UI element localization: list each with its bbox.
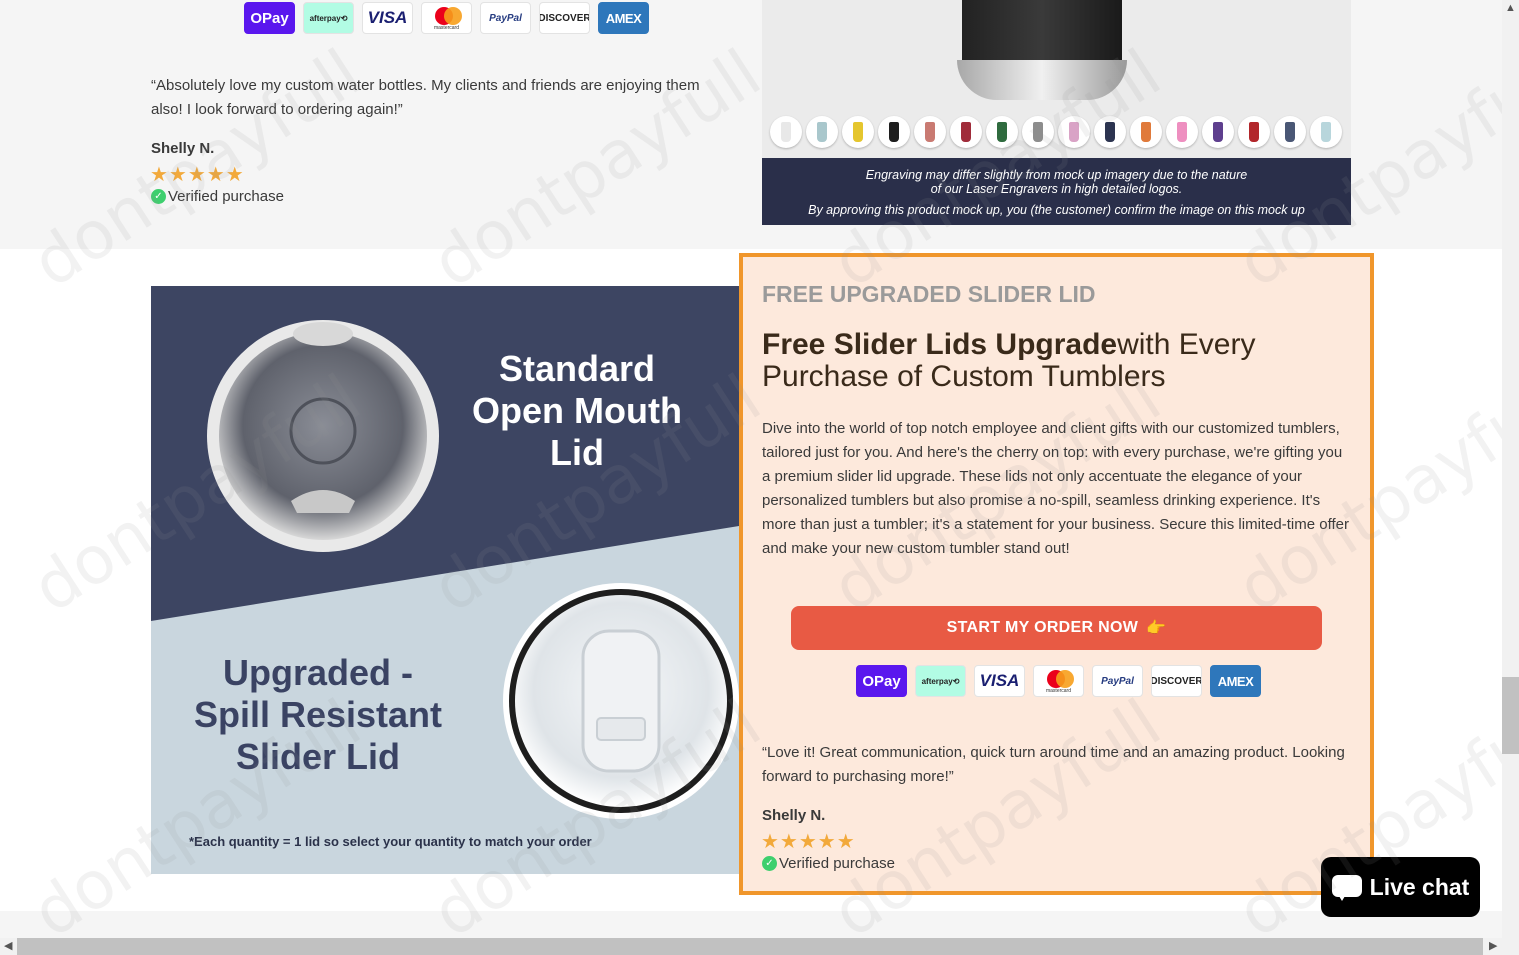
color-swatch xyxy=(1202,116,1234,148)
verified-label: Verified purchase xyxy=(168,188,284,205)
vertical-scrollbar-thumb[interactable] xyxy=(1502,677,1519,754)
color-swatch xyxy=(1274,116,1306,148)
discover-logo-icon: DISCOVER xyxy=(1151,665,1202,697)
engraving-disclaimer: Engraving may differ slightly from mock … xyxy=(762,158,1351,225)
color-swatches xyxy=(770,116,1342,148)
slider-lid-promo: FREE UPGRADED SLIDER LID Free Slider Lid… xyxy=(739,253,1374,895)
mastercard-logo-icon: mastercard xyxy=(1033,665,1084,697)
verified-label: Verified purchase xyxy=(779,855,895,872)
vertical-scrollbar[interactable] xyxy=(1502,0,1519,955)
afterpay-logo-icon: afterpay⟲ xyxy=(915,665,966,697)
color-swatch xyxy=(770,116,802,148)
mastercard-logo-icon: mastercard xyxy=(421,2,472,34)
payment-methods-top: OPay afterpay⟲ VISA mastercard PayPal DI… xyxy=(244,2,649,34)
color-swatch xyxy=(806,116,838,148)
discover-logo-icon: DISCOVER xyxy=(539,2,590,34)
color-swatch xyxy=(842,116,874,148)
color-swatch xyxy=(1166,116,1198,148)
check-icon: ✓ xyxy=(151,189,166,204)
color-swatch xyxy=(950,116,982,148)
payment-methods-promo: OPay afterpay⟲ VISA mastercard PayPal DI… xyxy=(856,665,1261,697)
afterpay-logo-icon: afterpay⟲ xyxy=(303,2,354,34)
amex-logo-icon: AMEX xyxy=(598,2,649,34)
color-swatch xyxy=(1310,116,1342,148)
lid-comparison-image: Standard Open Mouth Lid Upgraded - Spill… xyxy=(151,286,739,874)
color-swatch xyxy=(1238,116,1270,148)
amex-logo-icon: AMEX xyxy=(1210,665,1261,697)
slider-lid-icon xyxy=(503,583,739,819)
promo-heading: Free Slider Lids Upgradewith Every Purch… xyxy=(762,328,1256,393)
review-quote: “Absolutely love my custom water bottles… xyxy=(151,77,700,118)
reviewer-name: Shelly N. xyxy=(151,140,215,157)
color-swatch xyxy=(914,116,946,148)
chat-bubble-icon xyxy=(1331,875,1362,901)
start-order-button[interactable]: START MY ORDER NOW 👉 xyxy=(791,606,1322,650)
check-icon: ✓ xyxy=(762,856,777,871)
standard-lid-icon xyxy=(207,320,439,552)
standard-lid-label: Standard Open Mouth Lid xyxy=(472,348,682,473)
promo-eyebrow: FREE UPGRADED SLIDER LID xyxy=(762,281,1096,307)
promo-description: Dive into the world of top notch employe… xyxy=(762,420,1349,557)
color-swatch xyxy=(1058,116,1090,148)
visa-logo-icon: VISA xyxy=(362,2,413,34)
upgraded-lid-label: Upgraded - Spill Resistant Slider Lid xyxy=(193,652,443,777)
horizontal-scrollbar-thumb[interactable] xyxy=(17,938,1483,955)
opay-logo-icon: OPay xyxy=(244,2,295,34)
scroll-left-arrow-icon[interactable]: ◀ xyxy=(4,939,12,952)
live-chat-button[interactable]: Live chat xyxy=(1321,857,1480,917)
verified-purchase: ✓ Verified purchase xyxy=(151,188,284,205)
scroll-up-arrow-icon[interactable]: ▲ xyxy=(1505,2,1516,14)
scroll-right-arrow-icon[interactable]: ▶ xyxy=(1489,939,1497,952)
tumbler-product-image: Engraving may differ slightly from mock … xyxy=(762,0,1351,225)
pointing-hand-icon: 👉 xyxy=(1146,620,1167,637)
color-swatch xyxy=(878,116,910,148)
visa-logo-icon: VISA xyxy=(974,665,1025,697)
color-swatch xyxy=(1022,116,1054,148)
paypal-logo-icon: PayPal xyxy=(480,2,531,34)
rating-stars: ★★★★★ xyxy=(761,831,856,853)
color-swatch xyxy=(1094,116,1126,148)
opay-logo-icon: OPay xyxy=(856,665,907,697)
rating-stars: ★★★★★ xyxy=(150,164,245,186)
color-swatch xyxy=(986,116,1018,148)
lid-quantity-note: *Each quantity = 1 lid so select your qu… xyxy=(189,834,592,849)
color-swatch xyxy=(1130,116,1162,148)
live-chat-label: Live chat xyxy=(1369,873,1470,900)
reviewer-name: Shelly N. xyxy=(762,807,826,824)
review-quote: “Love it! Great communication, quick tur… xyxy=(762,744,1345,785)
paypal-logo-icon: PayPal xyxy=(1092,665,1143,697)
verified-purchase: ✓ Verified purchase xyxy=(762,855,895,872)
